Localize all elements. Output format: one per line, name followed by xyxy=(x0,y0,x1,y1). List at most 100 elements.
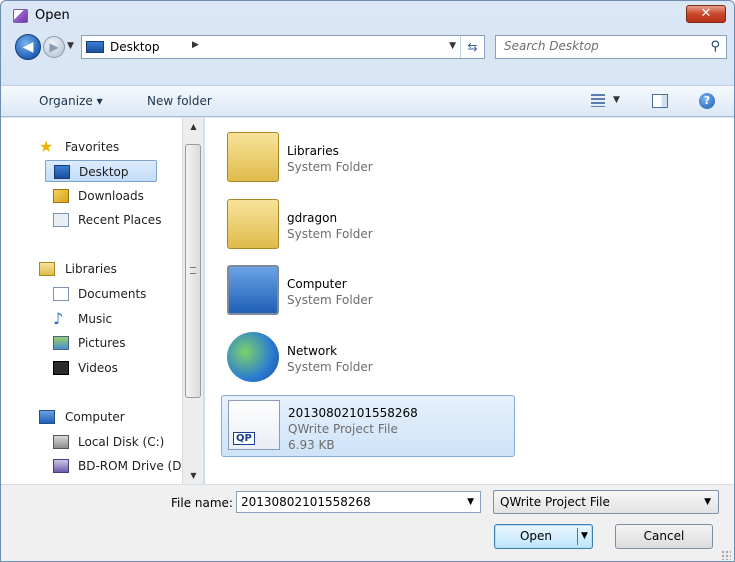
resize-grip-icon[interactable] xyxy=(721,550,731,560)
libraries-icon xyxy=(39,262,55,276)
sidebar-item[interactable]: BD-ROM Drive (D xyxy=(1,455,181,477)
file-size: 6.93 KB xyxy=(288,438,335,452)
sidebar-item-label: Local Disk (C:) xyxy=(78,435,165,449)
change-view-icon[interactable] xyxy=(591,94,605,107)
navigation-bar: ◀ ▶ ▼ Desktop ▶ ▼ ⇆ ⚲ xyxy=(1,31,734,65)
open-button[interactable]: Open ▼ xyxy=(494,524,593,549)
sidebar-item[interactable]: ♪ Music xyxy=(1,308,181,330)
sidebar-item[interactable]: Videos xyxy=(1,357,181,379)
app-icon xyxy=(13,9,28,23)
open-dropdown-icon[interactable]: ▼ xyxy=(581,525,588,548)
file-type-select[interactable]: QWrite Project File ▼ xyxy=(493,490,719,514)
qwrite-file-icon: QP xyxy=(228,400,280,450)
preview-pane-icon[interactable] xyxy=(652,94,668,108)
file-item[interactable]: QP 20130802101558268 QWrite Project File 6.… xyxy=(221,395,515,457)
sidebar-item[interactable]: Downloads xyxy=(1,185,181,207)
sidebar-item-label: BD-ROM Drive (D xyxy=(78,459,182,473)
computer-icon xyxy=(39,410,55,424)
sidebar-item-label: Downloads xyxy=(78,189,144,203)
refresh-icon: ⇆ xyxy=(467,40,478,54)
documents-icon xyxy=(53,287,69,301)
file-type: System Folder xyxy=(287,360,373,374)
sidebar-item[interactable]: Local Disk (C:) xyxy=(1,431,181,453)
grip-icon xyxy=(190,267,196,274)
sidebar-item[interactable]: Documents xyxy=(1,283,181,305)
navigation-pane: ★ Favorites Desktop Downloads Recent Places L… xyxy=(1,118,204,484)
file-name-label: File name: xyxy=(171,496,233,510)
search-box[interactable]: ⚲ xyxy=(495,35,727,59)
file-type-dropdown-icon: ▼ xyxy=(704,497,711,507)
forward-arrow-icon: ▶ xyxy=(49,40,59,54)
downloads-icon xyxy=(53,189,69,203)
star-icon: ★ xyxy=(39,137,54,156)
file-name: Computer xyxy=(287,277,347,291)
address-dropdown-icon[interactable]: ▼ xyxy=(449,41,456,51)
help-icon[interactable]: ? xyxy=(699,93,715,109)
close-icon: ✕ xyxy=(700,6,712,21)
search-input[interactable] xyxy=(504,39,694,53)
address-bar[interactable]: Desktop ▶ ▼ ⇆ xyxy=(81,35,485,59)
file-name: 20130802101558268 xyxy=(288,406,418,420)
title-bar: Open ✕ xyxy=(1,1,734,31)
sidebar-item[interactable]: Desktop xyxy=(45,160,157,182)
refresh-button[interactable]: ⇆ xyxy=(460,36,484,58)
sidebar-item-label: Desktop xyxy=(79,165,129,179)
sidebar-item[interactable]: Pictures xyxy=(1,332,181,354)
dialog-footer: File name: ▼ QWrite Project File ▼ Open … xyxy=(1,484,734,561)
user-folder-icon xyxy=(227,199,279,249)
search-icon[interactable]: ⚲ xyxy=(710,39,720,54)
breadcrumb-chevron-icon[interactable]: ▶ xyxy=(192,40,199,50)
file-type: System Folder xyxy=(287,293,373,307)
sidebar-item-label: Computer xyxy=(65,410,125,424)
back-button[interactable]: ◀ xyxy=(15,34,41,60)
sidebar-item[interactable]: Libraries xyxy=(1,258,181,280)
open-button-label: Open xyxy=(519,529,553,543)
sidebar-item-label: Pictures xyxy=(78,336,126,350)
file-item[interactable]: Computer System Folder xyxy=(221,261,515,323)
network-icon xyxy=(227,332,279,382)
bd-rom-icon xyxy=(53,459,69,473)
file-name: Libraries xyxy=(287,144,339,158)
desktop-icon xyxy=(86,41,104,53)
file-name-combo[interactable]: ▼ xyxy=(236,491,481,513)
address-crumb[interactable]: Desktop xyxy=(110,40,160,54)
sidebar-item-label: Favorites xyxy=(65,140,120,154)
nav-scrollbar[interactable]: ▲ ▼ xyxy=(182,118,203,484)
file-item[interactable]: Network System Folder xyxy=(221,328,515,390)
libraries-folder-icon xyxy=(227,132,279,182)
file-type: System Folder xyxy=(287,160,373,174)
file-type: System Folder xyxy=(287,227,373,241)
organize-menu[interactable]: Organize ▾ xyxy=(39,94,103,108)
scroll-down-icon[interactable]: ▼ xyxy=(183,467,203,484)
file-name: gdragon xyxy=(287,211,338,225)
file-name-input[interactable] xyxy=(241,495,456,509)
videos-icon xyxy=(53,361,69,375)
file-item[interactable]: gdragon System Folder xyxy=(221,195,515,257)
pictures-icon xyxy=(53,336,69,350)
sidebar-item-label: Music xyxy=(78,312,113,326)
sidebar-item-label: Libraries xyxy=(65,262,117,276)
new-folder-button[interactable]: New folder xyxy=(147,94,212,108)
sidebar-item-label: Recent Places xyxy=(78,213,162,227)
scroll-up-icon[interactable]: ▲ xyxy=(183,118,203,135)
back-arrow-icon: ◀ xyxy=(22,39,34,55)
file-item[interactable]: Libraries System Folder xyxy=(221,128,515,190)
desktop-icon xyxy=(54,165,70,179)
window-title: Open xyxy=(35,8,70,23)
recent-places-icon xyxy=(53,213,69,227)
view-dropdown-icon[interactable]: ▼ xyxy=(613,95,620,105)
sidebar-item[interactable]: Recent Places xyxy=(1,209,181,231)
file-name: Network xyxy=(287,344,338,358)
sidebar-item[interactable]: ★ Favorites xyxy=(1,136,181,158)
file-name-dropdown-icon[interactable]: ▼ xyxy=(467,497,474,507)
forward-button[interactable]: ▶ xyxy=(43,36,65,58)
file-type: QWrite Project File xyxy=(288,422,398,436)
scroll-thumb[interactable] xyxy=(185,144,201,398)
local-disk-icon xyxy=(53,435,69,449)
close-button[interactable]: ✕ xyxy=(686,5,726,23)
sidebar-item[interactable]: Computer xyxy=(1,406,181,428)
sidebar-item-label: Documents xyxy=(78,287,147,301)
recent-pages-dropdown-icon[interactable]: ▼ xyxy=(67,41,74,51)
cancel-button[interactable]: Cancel xyxy=(615,524,713,549)
file-badge: QP xyxy=(233,432,255,445)
